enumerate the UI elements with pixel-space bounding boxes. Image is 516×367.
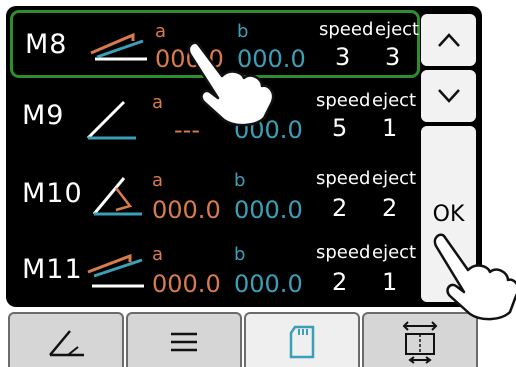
speed-label: speed — [316, 168, 371, 189]
scroll-up-button[interactable] — [421, 14, 476, 66]
speed-label: speed — [316, 90, 371, 111]
speed-value: 5 — [332, 114, 348, 142]
tab-angle[interactable] — [8, 312, 124, 367]
program-row-m10[interactable]: M10 a 000.0 b 000.0 speed 2 eject 2 — [10, 160, 420, 228]
angle-bend-icon — [86, 100, 136, 140]
speed-label: speed — [319, 19, 374, 40]
program-id: M9 — [22, 100, 65, 131]
ok-label: OK — [432, 201, 465, 227]
b-value: 000.0 — [234, 270, 303, 298]
bottom-tabs — [8, 312, 480, 367]
program-id: M10 — [22, 178, 83, 209]
scroll-down-button[interactable] — [421, 70, 476, 122]
speed-value: 2 — [332, 268, 348, 296]
a-label: a — [152, 244, 164, 265]
eject-value: 1 — [382, 114, 398, 142]
program-id: M8 — [25, 29, 68, 60]
b-label: b — [234, 170, 246, 191]
a-value: 000.0 — [152, 196, 221, 224]
eject-label: eject — [372, 242, 417, 263]
sd-card-icon — [289, 325, 315, 359]
a-label: a — [155, 21, 167, 42]
program-id: M11 — [22, 254, 83, 285]
b-value: 000.0 — [234, 196, 303, 224]
z-bend-icon — [90, 32, 147, 61]
angle-icon — [49, 330, 84, 357]
eject-value: 3 — [385, 43, 401, 71]
eject-label: eject — [372, 168, 417, 189]
a-value: 000.0 — [152, 270, 221, 298]
eject-value: 1 — [382, 268, 398, 296]
resize-icon — [402, 321, 438, 364]
speed-label: speed — [316, 242, 371, 263]
triangle-bend-icon — [92, 177, 142, 216]
eject-label: eject — [372, 90, 417, 111]
b-label: b — [234, 244, 246, 265]
eject-value: 2 — [382, 194, 398, 222]
program-row-m11[interactable]: M11 a 000.0 b 000.0 speed 2 eject 1 — [10, 234, 420, 302]
tab-sd-card[interactable] — [244, 312, 360, 367]
z-bend-icon — [87, 253, 144, 288]
tab-list[interactable] — [126, 312, 242, 367]
pointing-hand-icon — [187, 41, 275, 127]
chevron-up-icon — [437, 33, 460, 47]
a-label: a — [152, 170, 164, 191]
pointing-hand-icon — [433, 233, 516, 321]
a-label: a — [152, 92, 164, 113]
list-icon — [171, 332, 197, 352]
chevron-down-icon — [437, 89, 460, 103]
speed-value: 3 — [335, 43, 351, 71]
eject-label: eject — [375, 19, 420, 40]
speed-value: 2 — [332, 194, 348, 222]
screen: M8 a 000.0 b 000.0 speed 3 eject 3 M9 a … — [0, 0, 516, 367]
